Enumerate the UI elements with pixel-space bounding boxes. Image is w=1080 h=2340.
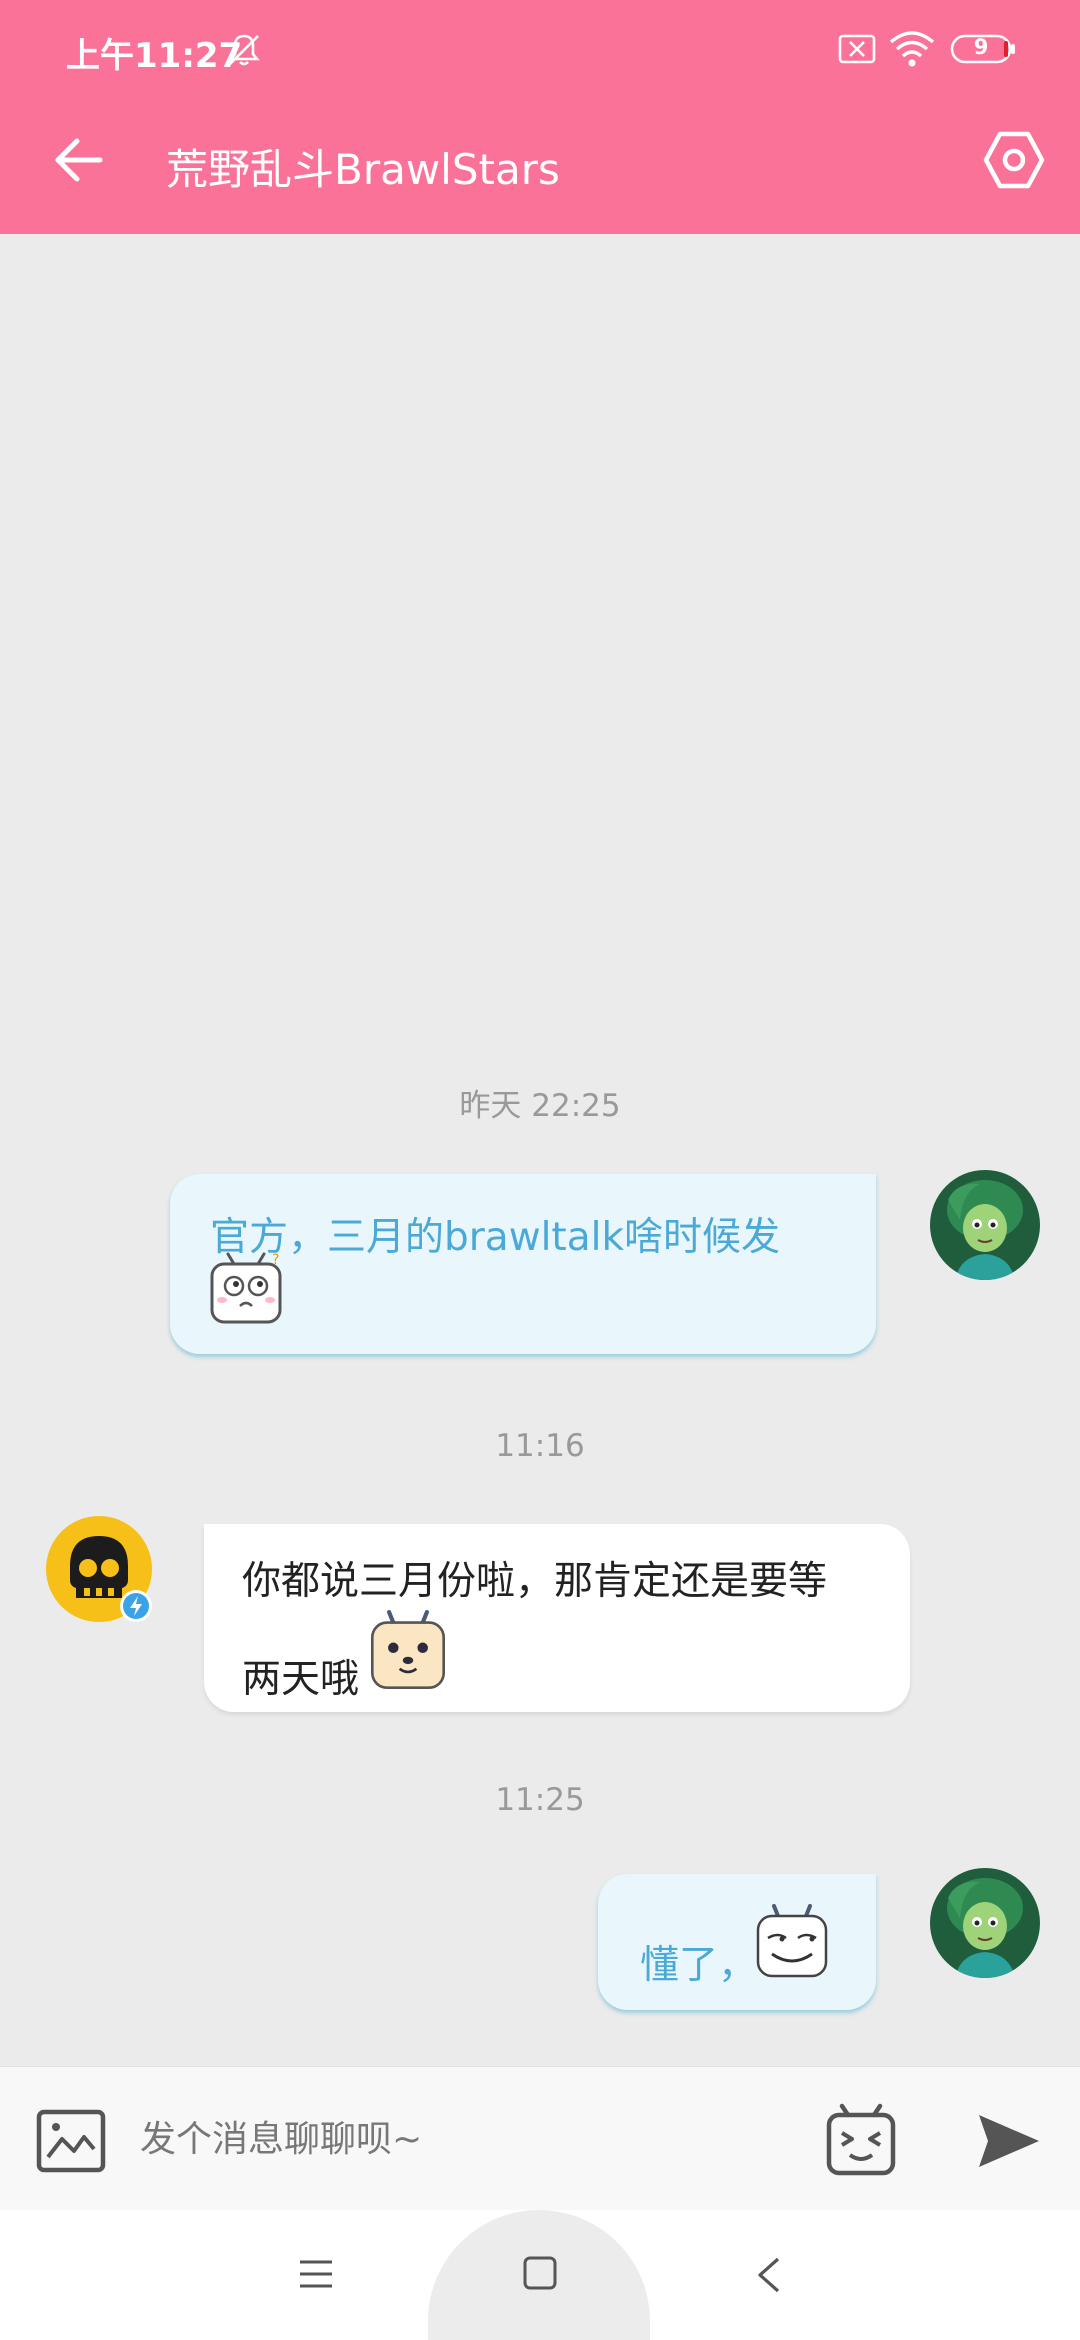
my-message-bubble[interactable]: 官方，三月的brawltalk啥时候发 ? [170,1174,876,1354]
my-avatar[interactable] [930,1170,1040,1280]
nav-back-chevron-icon[interactable] [754,2256,784,2294]
bell-off-icon [228,34,260,66]
message-timestamp: 11:16 [495,1428,585,1464]
emoji-tv-icon[interactable] [826,2103,896,2177]
app-bar: 荒野乱斗BrawlStars [0,100,1080,234]
my-avatar[interactable] [930,1868,1040,1978]
message-input-bar [0,2066,1080,2210]
chat-title: 荒野乱斗BrawlStars [166,145,560,194]
home-square-icon[interactable] [522,2254,558,2292]
message-text-line2: 两天哦 [242,1657,360,1702]
green-character-avatar-icon [930,1868,1040,1978]
official-avatar[interactable] [44,1514,154,1624]
my-message-bubble[interactable]: 懂了， [598,1874,876,2010]
status-bar: 上午11:27 9 [0,0,1080,100]
message-text: 官方，三月的brawltalk啥时候发 [210,1215,781,1260]
image-picker-icon[interactable] [36,2109,106,2173]
green-character-avatar-icon [930,1170,1040,1280]
chat-message-list[interactable]: 昨天 22:25 官方，三月的brawltalk啥时候发 ? 11:16 你都说… [0,234,1080,2066]
message-text-line1: 你都说三月份啦，那肯定还是要等 [242,1559,828,1604]
other-message-bubble[interactable]: 你都说三月份啦，那肯定还是要等 两天哦 [204,1524,910,1712]
battery-indicator: 9 [950,33,1016,65]
message-timestamp: 11:25 [495,1782,585,1818]
status-time: 上午11:27 [66,36,243,76]
svg-text:?: ? [272,1252,279,1268]
dizzy-tv-emoji-icon: ? [210,1252,282,1324]
wifi-icon [889,31,935,67]
brawl-stars-skull-logo-icon [46,1516,152,1622]
battery-level: 9 [973,35,989,59]
message-text: 懂了， [640,1943,758,1988]
settings-hexagon-icon[interactable] [982,128,1046,192]
message-timestamp: 昨天 22:25 [459,1088,621,1124]
message-input[interactable] [140,2107,780,2171]
smug-tv-emoji-icon [756,1904,828,1978]
menu-icon[interactable] [298,2256,334,2292]
send-icon[interactable] [976,2111,1042,2171]
back-arrow-icon[interactable] [50,130,110,190]
no-sim-icon [838,34,876,64]
happy-tv-emoji-icon [370,1610,446,1690]
